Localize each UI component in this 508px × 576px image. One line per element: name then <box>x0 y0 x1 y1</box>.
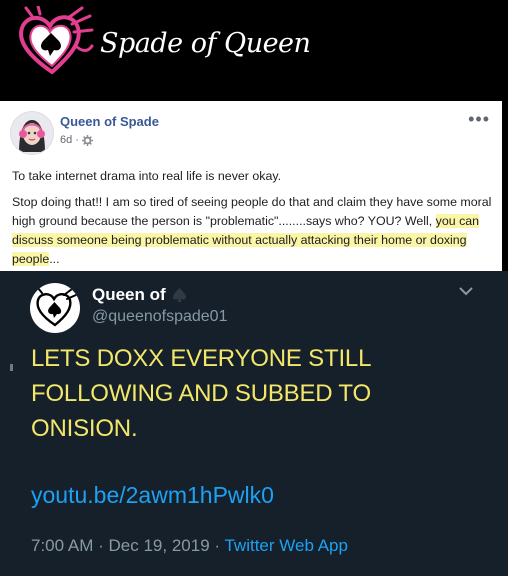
display-name-text: Queen of <box>92 285 166 304</box>
banner: Spade of Queen <box>0 0 508 100</box>
chevron-down-icon[interactable] <box>458 285 474 297</box>
tweet-date[interactable]: Dec 19, 2019 <box>109 536 210 555</box>
post-text-ellipsis: ... <box>49 252 60 266</box>
brand-title: Spade of Queen <box>100 28 311 59</box>
facebook-post: Queen of Spade 6d · ••• To take internet… <box>0 101 502 271</box>
tweet-display-name[interactable]: Queen of <box>92 285 187 305</box>
meta-separator: · <box>214 536 221 555</box>
tweet-time[interactable]: 7:00 AM <box>31 536 93 555</box>
post-meta: 6d · <box>60 134 93 146</box>
meta-separator: · <box>75 134 79 146</box>
spade-icon <box>172 288 186 302</box>
post-paragraph: Stop doing that!! I am so tired of seein… <box>12 193 494 269</box>
gear-icon[interactable] <box>81 134 93 146</box>
more-options-icon[interactable]: ••• <box>468 109 490 130</box>
tweet-meta: 7:00 AM · Dec 19, 2019 · Twitter Web App <box>31 536 348 556</box>
post-text: Stop doing that!! I am so tired of seein… <box>12 195 492 228</box>
tweet-link[interactable]: youtu.be/2awm1hPwlk0 <box>31 482 274 509</box>
divider-mark <box>10 364 13 371</box>
tweet-source-link[interactable]: Twitter Web App <box>224 536 347 555</box>
post-age[interactable]: 6d <box>60 134 72 146</box>
heart-spade-logo-icon <box>19 6 94 75</box>
post-body: To take internet drama into real life is… <box>12 167 494 276</box>
post-author-link[interactable]: Queen of Spade <box>60 114 159 129</box>
avatar[interactable] <box>10 111 54 155</box>
meta-separator: · <box>98 536 104 555</box>
tweet-handle[interactable]: @queenofspade01 <box>92 308 227 326</box>
avatar[interactable] <box>30 283 80 333</box>
cartoon-avatar-icon <box>19 120 45 152</box>
heart-spade-logo-icon <box>36 287 77 327</box>
tweet-card: Queen of @queenofspade01 LETS DOXX EVERY… <box>0 271 508 576</box>
post-paragraph: To take internet drama into real life is… <box>12 169 282 183</box>
tweet-text: LETS DOXX EVERYONE STILL FOLLOWING AND S… <box>31 345 371 442</box>
